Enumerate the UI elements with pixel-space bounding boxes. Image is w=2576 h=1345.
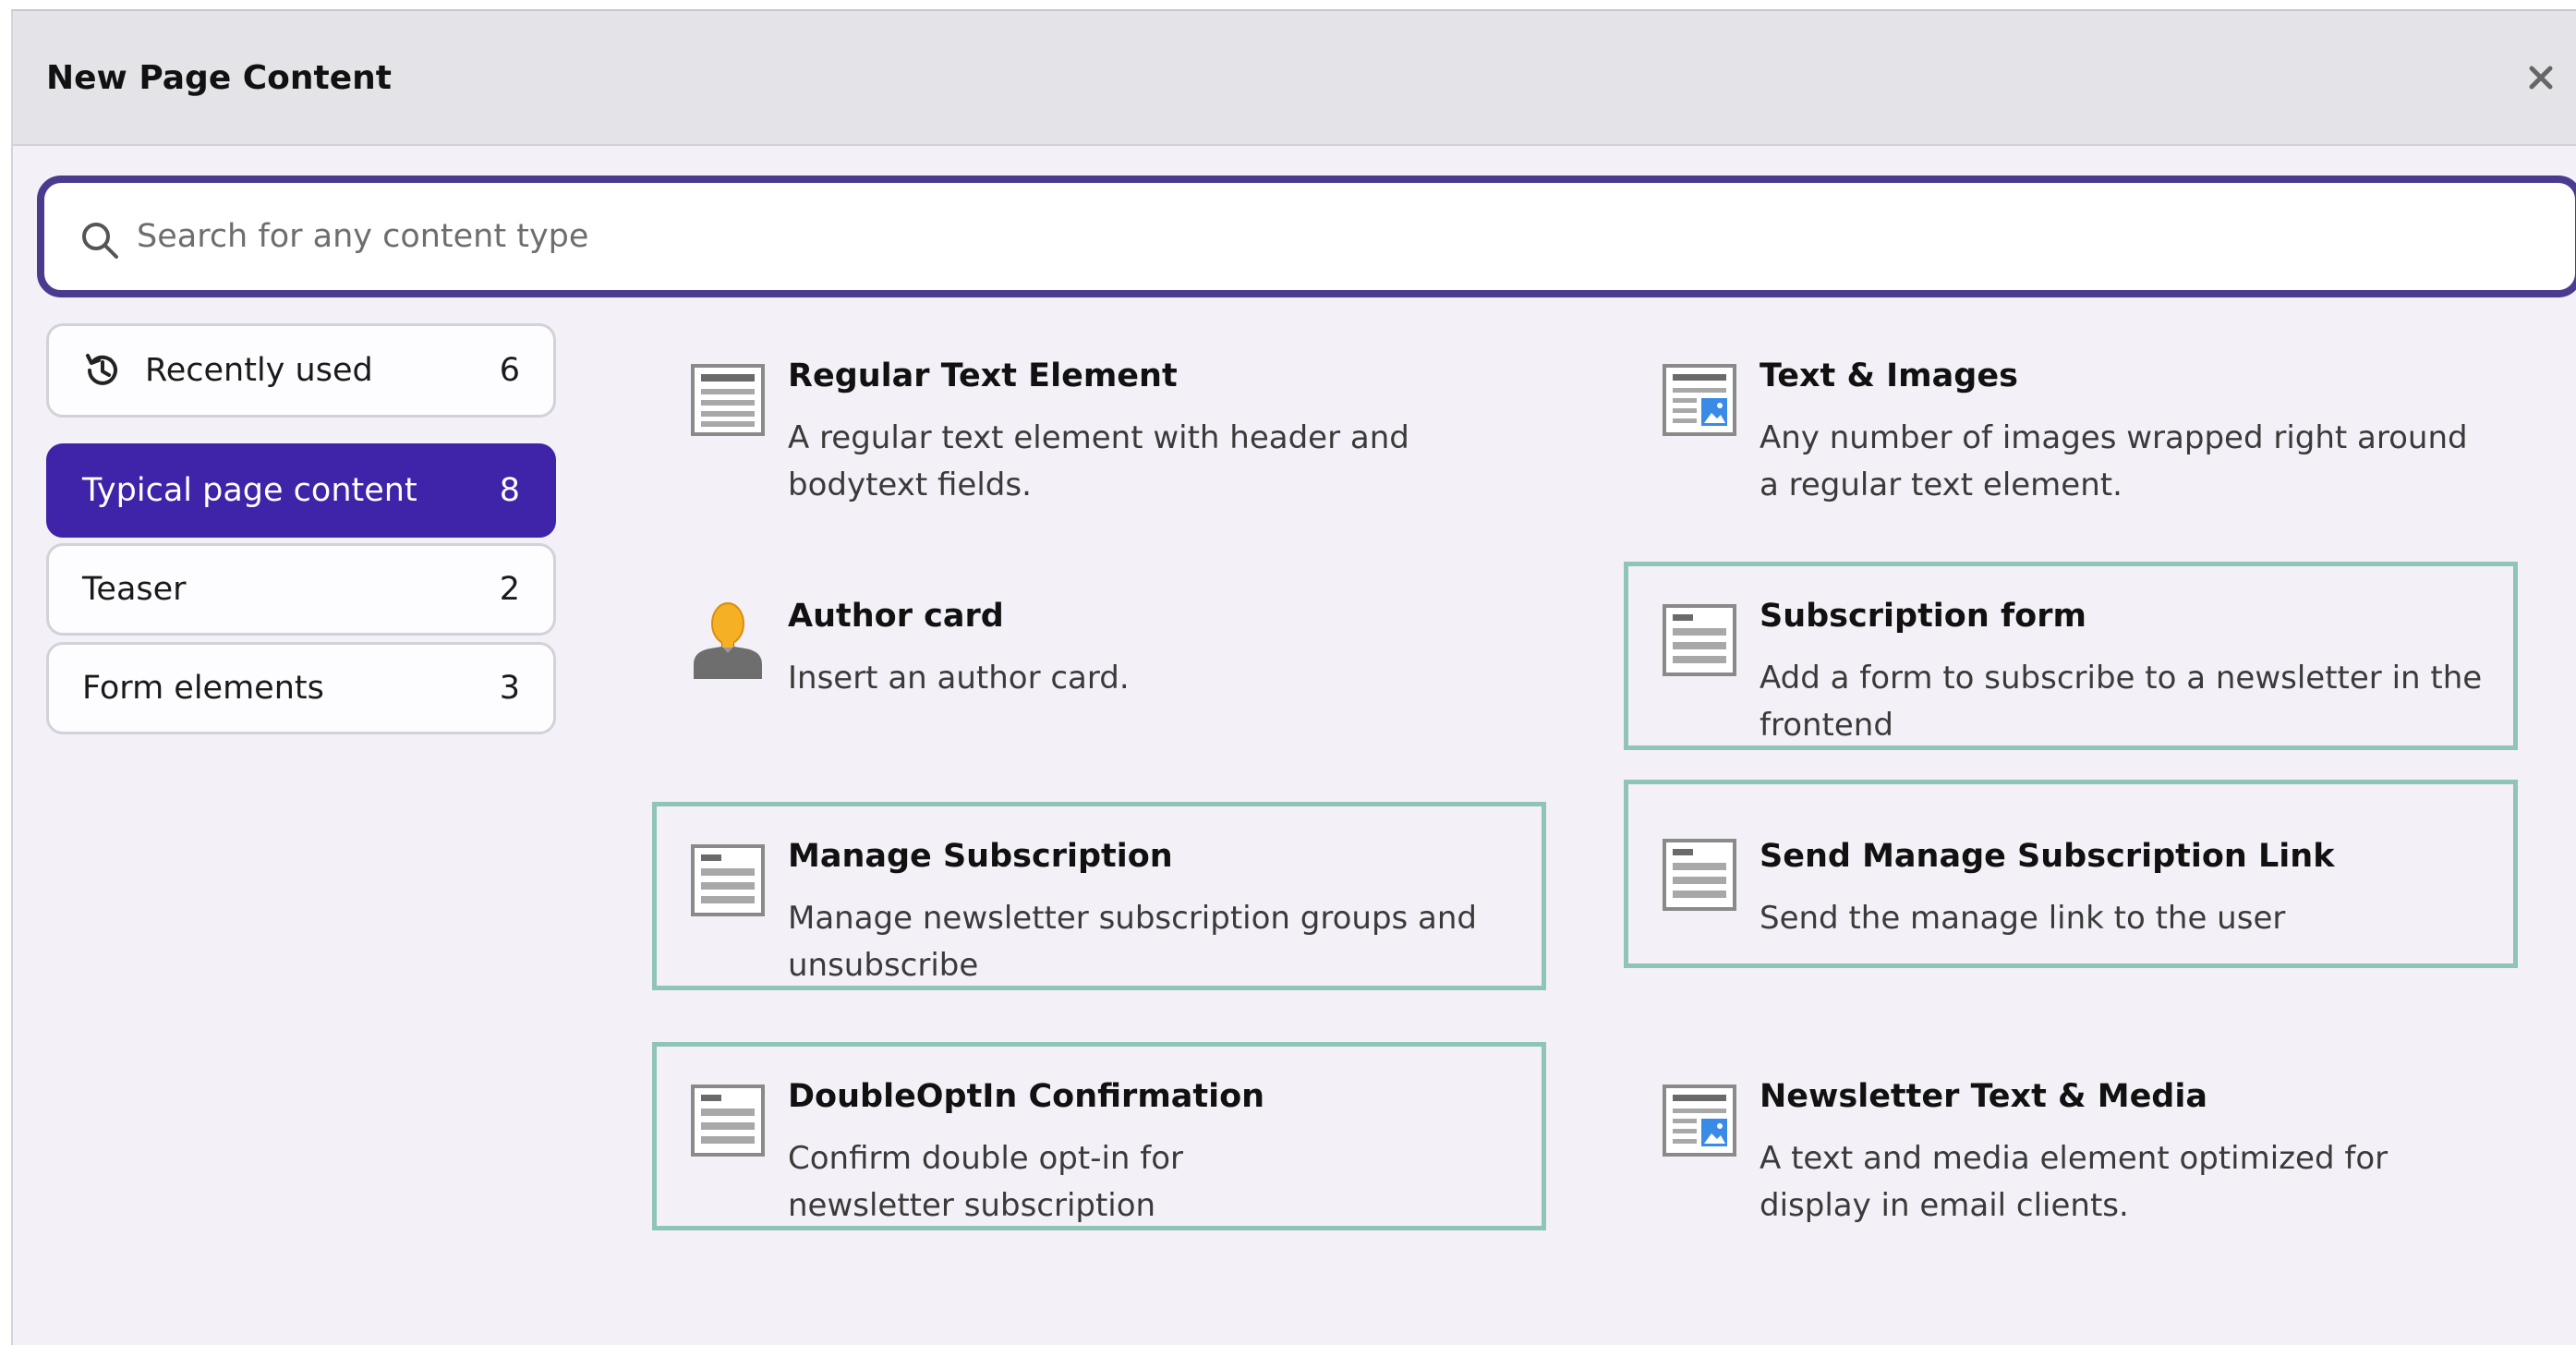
text-document-icon: [691, 1084, 765, 1157]
text-document-icon: [1663, 604, 1736, 676]
content-type-description: Add a form to subscribe to a newsletter …: [1760, 660, 2483, 744]
close-button[interactable]: [2515, 52, 2567, 103]
content-type-description: Manage newsletter subscription groups an…: [788, 900, 1478, 984]
category-label: Recently used: [145, 352, 373, 389]
content-type-send-manage-subscription-link[interactable]: Send Manage Subscription Link Send the m…: [1624, 780, 2518, 968]
content-type-regular-text-element[interactable]: Regular Text Element A regular text elem…: [652, 321, 1546, 510]
content-type-name: Manage Subscription: [788, 838, 1173, 875]
category-recently-used[interactable]: Recently used 6: [46, 323, 556, 418]
author-icon: [694, 602, 762, 679]
search-box[interactable]: [37, 176, 2576, 297]
category-form-elements[interactable]: Form elements 3: [46, 642, 556, 734]
category-count: 8: [499, 472, 520, 509]
content-type-name: Author card: [788, 598, 1004, 635]
category-label: Typical page content: [82, 472, 417, 509]
content-type-manage-subscription[interactable]: Manage Subscription Manage newsletter su…: [652, 802, 1546, 990]
search-input[interactable]: [137, 203, 2547, 270]
content-type-description: A regular text element with header and b…: [788, 419, 1409, 503]
text-document-icon: [1663, 839, 1736, 911]
category-count: 6: [499, 352, 520, 389]
close-icon: [2529, 66, 2553, 90]
content-type-text-and-images[interactable]: Text & Images Any number of images wrapp…: [1624, 321, 2518, 510]
search-icon: [82, 223, 118, 259]
history-icon: [86, 354, 117, 385]
text-document-icon: [691, 364, 765, 436]
content-type-doubleoptin-confirmation[interactable]: DoubleOptIn Confirmation Confirm double …: [652, 1042, 1546, 1230]
text-image-icon: [1663, 364, 1736, 436]
content-type-description: Send the manage link to the user: [1760, 900, 2286, 937]
category-count: 2: [499, 571, 520, 608]
text-image-icon: [1663, 1084, 1736, 1157]
new-page-content-modal: New Page Content Recently used 6 Typical…: [11, 9, 2576, 1345]
content-type-name: Send Manage Subscription Link: [1760, 838, 2335, 875]
modal-header: New Page Content: [13, 11, 2576, 146]
content-type-subscription-form[interactable]: Subscription form Add a form to subscrib…: [1624, 562, 2518, 750]
content-type-description: Confirm double opt-in for newsletter sub…: [788, 1140, 1184, 1224]
content-type-name: Regular Text Element: [788, 357, 1178, 394]
text-document-icon: [691, 844, 765, 916]
category-typical-page-content[interactable]: Typical page content 8: [46, 443, 556, 538]
content-type-author-card[interactable]: Author card Insert an author card.: [652, 562, 1546, 750]
category-label: Teaser: [82, 571, 187, 608]
category-count: 3: [499, 670, 520, 707]
content-type-name: Subscription form: [1760, 598, 2086, 635]
modal-title: New Page Content: [46, 59, 393, 97]
content-type-name: Newsletter Text & Media: [1760, 1078, 2207, 1115]
category-label: Form elements: [82, 670, 324, 707]
content-type-description: A text and media element optimized for d…: [1760, 1140, 2389, 1224]
content-type-description: Insert an author card.: [788, 660, 1130, 697]
content-type-newsletter-text-and-media[interactable]: Newsletter Text & Media A text and media…: [1624, 1042, 2518, 1230]
category-teaser[interactable]: Teaser 2: [46, 543, 556, 636]
content-type-name: DoubleOptIn Confirmation: [788, 1078, 1265, 1115]
content-type-description: Any number of images wrapped right aroun…: [1760, 419, 2468, 503]
content-type-name: Text & Images: [1760, 357, 2018, 394]
